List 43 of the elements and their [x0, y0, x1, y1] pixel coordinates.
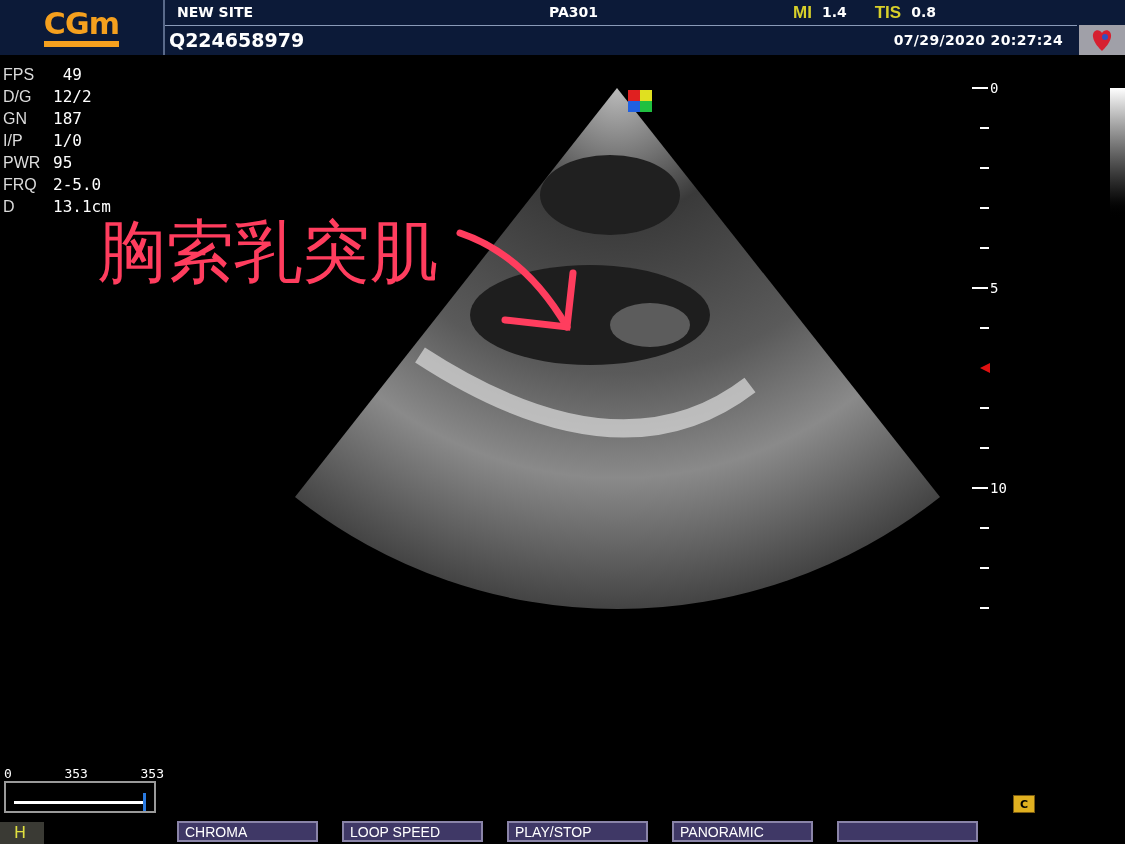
site-name: NEW SITE [177, 3, 254, 22]
softkey-button[interactable]: CHROMA [177, 821, 318, 842]
parameter-value: 95 [53, 153, 74, 173]
parameter-value: 1/0 [53, 131, 83, 151]
parameter-value: 13.1cm [53, 197, 111, 217]
probe-name: PA301 [549, 3, 600, 22]
index-label: TIS [874, 1, 902, 24]
focus-marker-icon [980, 363, 990, 373]
cine-label: 0 [4, 767, 12, 780]
annotation-text: 胸索乳突肌 [98, 218, 438, 286]
depth-label: 10 [990, 481, 1007, 495]
mode-indicator: H [0, 822, 44, 844]
index-value: 1.4 [821, 3, 847, 22]
heart-button[interactable] [1079, 25, 1125, 55]
heart-icon [1091, 28, 1113, 52]
parameter-value: 187 [53, 109, 83, 129]
parameter-label: FRQ [3, 175, 38, 195]
parameter-label: GN [3, 109, 28, 129]
index-value: 0.8 [911, 3, 936, 22]
cine-label: 353 [140, 767, 164, 780]
cine-handle[interactable] [143, 793, 146, 811]
parameter-label: I/P [3, 131, 24, 151]
cine-slider[interactable] [4, 781, 156, 813]
cine-label: 353 [64, 767, 88, 780]
parameter-label: FPS [3, 65, 36, 85]
softkey-button[interactable]: LOOP SPEED [342, 821, 483, 842]
date-time: 07/29/2020 20:27:24 [893, 31, 1063, 50]
film-badge: C [1013, 795, 1035, 813]
softkey-button[interactable]: PLAY/STOP [507, 821, 648, 842]
parameter-value: 12/2 [53, 87, 93, 107]
brand-logo: CGm [43, 8, 120, 47]
depth-label: 5 [990, 281, 999, 295]
parameter-label: PWR [3, 153, 42, 173]
parameter-label: D/G [3, 87, 33, 107]
depth-label: 0 [990, 81, 999, 95]
blank-softkey-button[interactable] [837, 821, 978, 842]
parameter-value: 49 [61, 65, 83, 85]
parameter-value: 2-5.0 [53, 175, 103, 195]
parameter-label: D [3, 197, 16, 217]
softkey-button[interactable]: PANORAMIC [672, 821, 813, 842]
index-label: MI [793, 1, 812, 24]
patient-id: Q224658979 [169, 28, 305, 54]
orientation-marker-icon [628, 90, 652, 112]
